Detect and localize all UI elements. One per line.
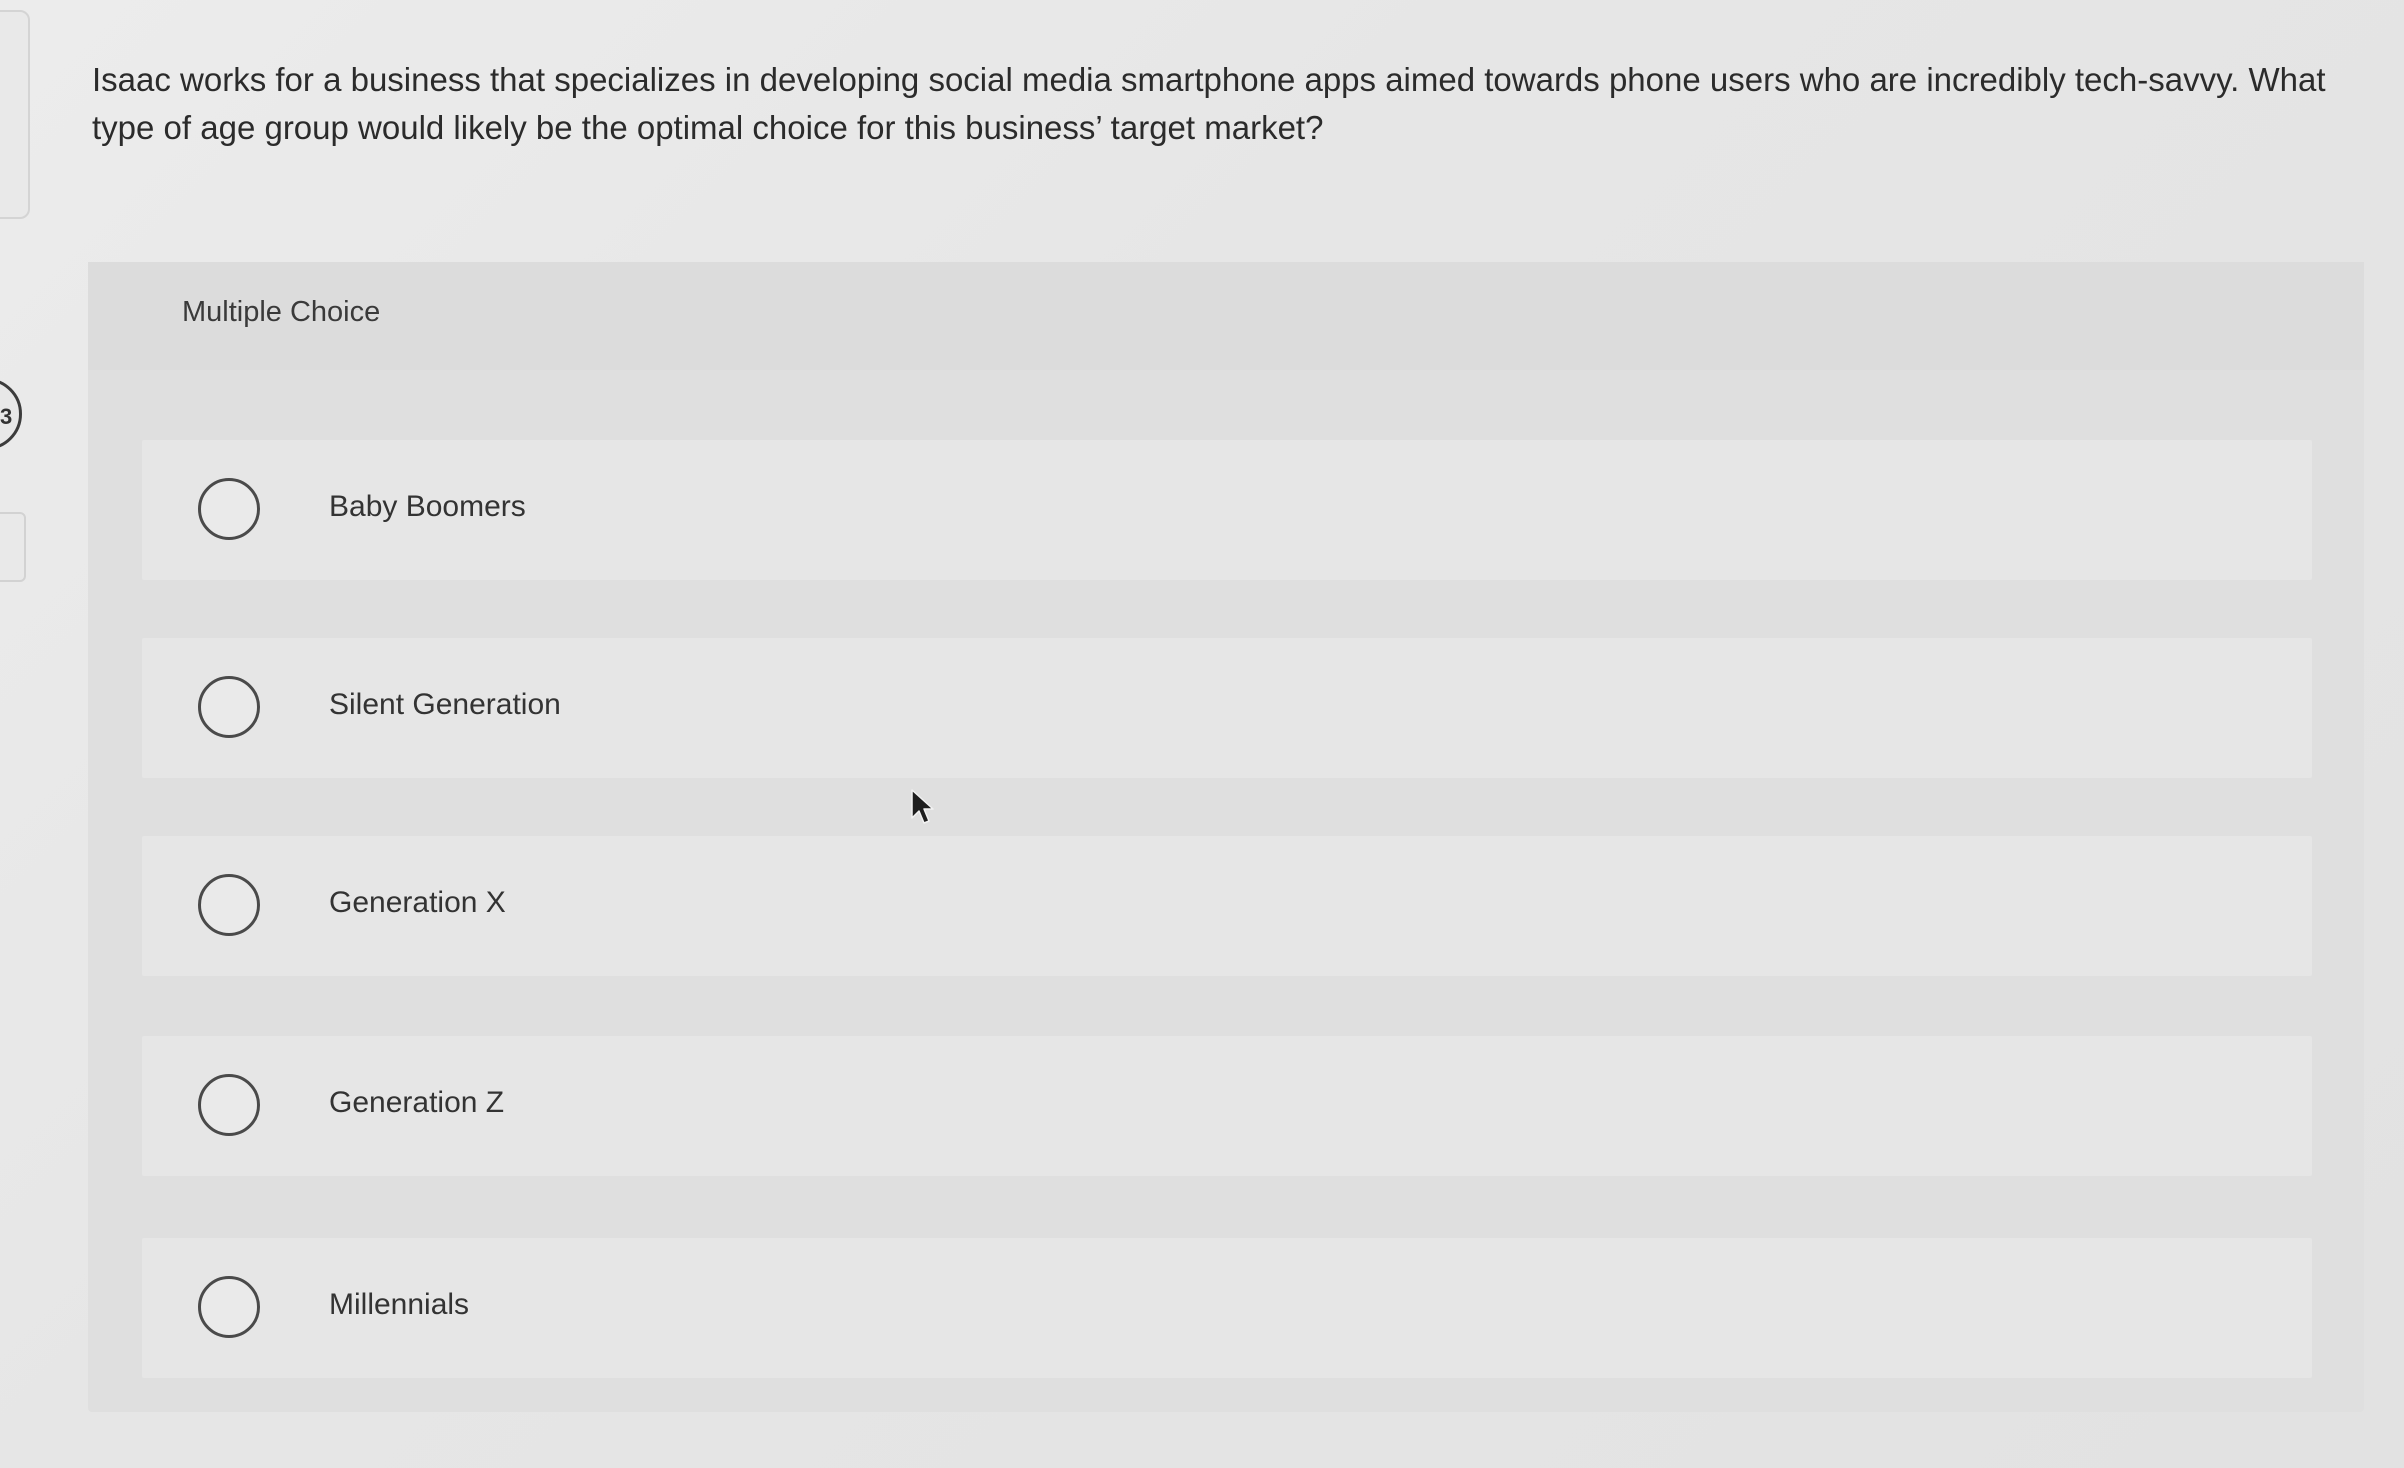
question-type-label: Multiple Choice — [182, 296, 381, 328]
panel-header: Multiple Choice — [88, 262, 2364, 370]
mouse-pointer-icon — [911, 789, 934, 824]
answer-option-label: Millennials — [329, 1288, 470, 1321]
left-edge-panel-fragment — [0, 10, 30, 219]
radio-unchecked-icon[interactable] — [198, 874, 260, 936]
answer-option-baby-boomers[interactable]: Baby Boomers — [142, 440, 2312, 580]
answer-option-label: Baby Boomers — [329, 490, 526, 523]
radio-unchecked-icon[interactable] — [198, 1074, 260, 1136]
radio-unchecked-icon[interactable] — [198, 1276, 260, 1338]
answer-option-silent-generation[interactable]: Silent Generation — [142, 638, 2312, 778]
radio-unchecked-icon[interactable] — [198, 676, 260, 738]
answer-option-label: Silent Generation — [329, 688, 561, 721]
answer-option-generation-z[interactable]: Generation Z — [142, 1036, 2312, 1176]
answer-option-millennials[interactable]: Millennials — [142, 1238, 2312, 1378]
question-text: Isaac works for a business that speciali… — [92, 61, 2326, 146]
question-number-fragment: 3 — [0, 404, 13, 429]
answer-option-label: Generation Z — [329, 1086, 505, 1119]
radio-unchecked-icon[interactable] — [198, 478, 260, 540]
left-edge-button-fragment[interactable] — [0, 512, 26, 582]
answer-option-label: Generation X — [329, 886, 506, 919]
answer-option-generation-x[interactable]: Generation X — [142, 836, 2312, 976]
multiple-choice-panel: Multiple Choice Baby Boomers Silent Gene… — [88, 262, 2364, 1412]
